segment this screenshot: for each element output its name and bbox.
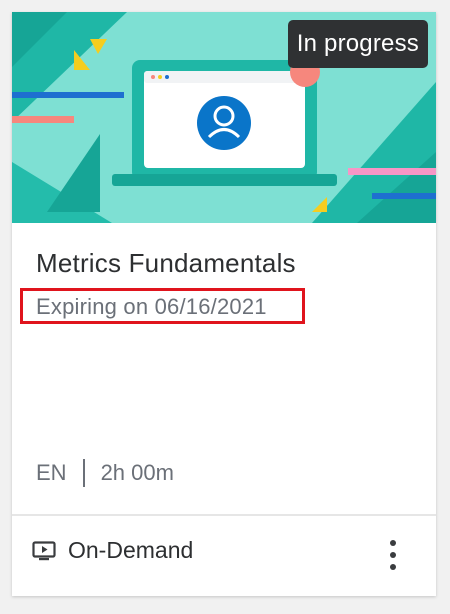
delivery-type: On-Demand — [32, 537, 193, 564]
delivery-type-label: On-Demand — [68, 537, 194, 563]
expiry-date: Expiring on 06/16/2021 — [36, 294, 267, 319]
tv-icon — [32, 540, 56, 561]
meta-separator — [82, 459, 85, 487]
language-label: EN — [36, 460, 67, 485]
expiry-highlight: Expiring on 06/16/2021 — [20, 288, 305, 324]
more-vertical-icon[interactable] — [388, 540, 398, 570]
status-badge: In progress — [287, 20, 428, 68]
course-thumbnail: In progress — [12, 12, 436, 223]
course-title[interactable]: Metrics Fundamentals — [36, 248, 296, 279]
card-divider — [12, 514, 436, 516]
course-card[interactable]: In progress Metrics Fundamentals Expirin… — [12, 12, 436, 596]
course-meta: EN 2h 00m — [36, 459, 174, 487]
duration-label: 2h 00m — [100, 460, 174, 485]
